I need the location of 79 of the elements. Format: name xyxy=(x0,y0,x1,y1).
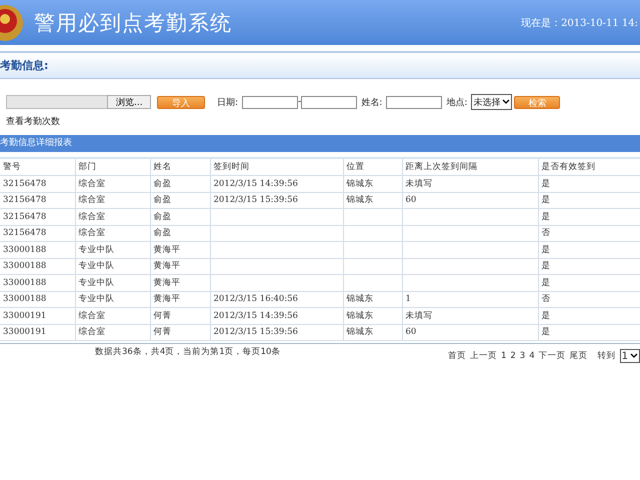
app-title: 警用必到点考勤系统 xyxy=(34,10,232,36)
table-cell: 锦城东 xyxy=(343,308,402,324)
column-header: 警号 xyxy=(0,158,75,176)
table-cell: 32156478 xyxy=(0,192,75,208)
table-cell: 33000188 xyxy=(0,258,75,274)
file-path-field[interactable] xyxy=(6,95,107,109)
view-attendance-link[interactable]: 查看考勤次数 xyxy=(6,115,640,128)
table-cell: 2012/3/15 14:39:56 xyxy=(210,176,343,192)
table-cell: 俞盈 xyxy=(150,225,210,242)
table-cell: 未填写 xyxy=(402,308,538,324)
section-title: 考勤信息: xyxy=(0,53,640,79)
table-cell: 60 xyxy=(402,192,538,208)
place-select[interactable]: 未选择 xyxy=(471,94,512,110)
table-cell: 2012/3/15 16:40:56 xyxy=(210,291,343,308)
table-cell: 综合室 xyxy=(75,324,150,340)
column-header: 姓名 xyxy=(150,158,210,176)
table-cell: 32156478 xyxy=(0,208,75,225)
table-cell: 是 xyxy=(538,324,640,340)
table-cell: 33000188 xyxy=(0,274,75,291)
table-cell: 未填写 xyxy=(402,176,538,192)
page-number-link[interactable]: 1 xyxy=(500,351,506,361)
place-label: 地点: xyxy=(446,96,468,108)
goto-label: 转到 xyxy=(598,350,616,362)
table-cell: 2012/3/15 14:39:56 xyxy=(210,308,343,324)
table-cell: 综合室 xyxy=(75,308,150,324)
column-header: 位置 xyxy=(343,158,402,176)
table-cell: 33000191 xyxy=(0,308,75,324)
table-cell: 锦城东 xyxy=(343,291,402,308)
table-cell: 综合室 xyxy=(75,225,150,242)
date-separator: - xyxy=(298,97,302,107)
table-cell: 锦城东 xyxy=(343,324,402,340)
table-cell: 俞盈 xyxy=(150,176,210,192)
page-select[interactable]: 1 xyxy=(620,349,640,363)
table-cell: 综合室 xyxy=(75,176,150,192)
table-cell: 何菁 xyxy=(150,324,210,340)
table-cell: 黄海平 xyxy=(150,258,210,274)
first-page-link[interactable]: 首页 xyxy=(448,350,466,362)
table-cell: 2012/3/15 15:39:56 xyxy=(210,324,343,340)
pagination-summary: 数据共36条，共4页，当前为第1页，每页10条 xyxy=(95,346,280,358)
table-cell: 33000188 xyxy=(0,242,75,258)
column-header: 部门 xyxy=(75,158,150,176)
table-cell: 综合室 xyxy=(75,192,150,208)
table-cell: 黄海平 xyxy=(150,291,210,308)
table-cell: 1 xyxy=(402,291,538,308)
table-cell: 锦城东 xyxy=(343,176,402,192)
table-cell: 锦城东 xyxy=(343,192,402,208)
column-header: 距离上次签到间隔 xyxy=(402,158,538,176)
table-cell: 黄海平 xyxy=(150,242,210,258)
column-header: 签到时间 xyxy=(210,158,343,176)
table-cell: 2012/3/15 15:39:56 xyxy=(210,192,343,208)
table-cell: 俞盈 xyxy=(150,208,210,225)
previous-page-link[interactable]: 上一页 xyxy=(470,350,497,362)
table-cell: 32156478 xyxy=(0,225,75,242)
name-field[interactable] xyxy=(386,96,442,108)
table-cell: 何菁 xyxy=(150,308,210,324)
page-number-link[interactable]: 4 xyxy=(529,351,535,361)
page-number-link[interactable]: 2 xyxy=(510,351,516,361)
table-cell: 综合室 xyxy=(75,208,150,225)
table-cell: 专业中队 xyxy=(75,291,150,308)
table-cell: 是 xyxy=(538,192,640,208)
table-cell: 33000188 xyxy=(0,291,75,308)
table-cell: 33000191 xyxy=(0,324,75,340)
table-cell: 60 xyxy=(402,324,538,340)
table-cell: 专业中队 xyxy=(75,258,150,274)
next-page-link[interactable]: 下一页 xyxy=(538,350,566,362)
table-cell: 32156478 xyxy=(0,176,75,192)
start-date-field[interactable] xyxy=(242,96,298,108)
name-label: 姓名: xyxy=(361,96,382,108)
end-date-field[interactable] xyxy=(301,96,358,108)
table-cell: 专业中队 xyxy=(75,242,150,258)
browse-button[interactable]: 浏览... xyxy=(107,95,151,109)
table-cell: 是 xyxy=(538,258,640,274)
date-label: 日期: xyxy=(217,96,238,108)
page-number-link[interactable]: 3 xyxy=(520,351,526,361)
table-cell: 黄海平 xyxy=(150,274,210,291)
table-cell: 俞盈 xyxy=(150,192,210,208)
table-cell: 专业中队 xyxy=(75,274,150,291)
last-page-link[interactable]: 尾页 xyxy=(570,350,588,362)
date-time: 现在是：2013-10-11 14: xyxy=(521,16,638,30)
